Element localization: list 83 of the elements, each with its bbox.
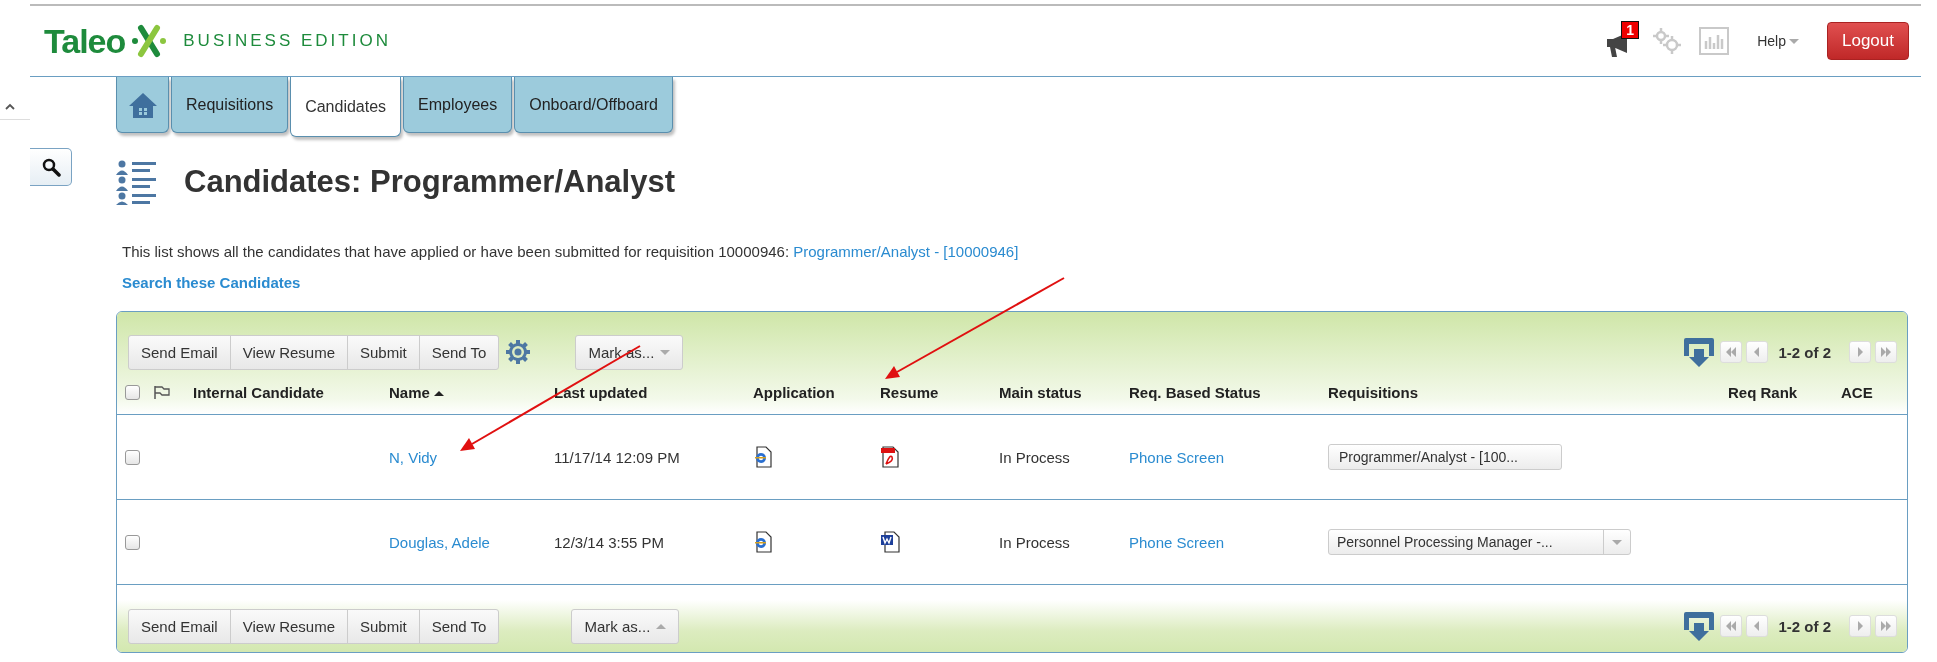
row-checkbox[interactable] (125, 534, 140, 550)
toolbar-button[interactable]: View Resume (229, 334, 348, 370)
candidate-name-link[interactable]: N, Vidy (389, 448, 554, 466)
toolbar-button[interactable]: View Resume (229, 608, 348, 644)
flag-icon[interactable] (153, 385, 171, 399)
chevron-up-icon[interactable] (4, 103, 16, 111)
table-cell-text: In Process (999, 448, 1071, 466)
word-document-icon[interactable] (880, 531, 900, 553)
mark-as-dropdown[interactable]: Mark as... (575, 334, 684, 370)
first-page-button[interactable] (1720, 341, 1743, 363)
first-page-icon (1725, 621, 1738, 631)
next-page-icon (1856, 621, 1864, 631)
home-tab[interactable] (116, 77, 169, 133)
nav-tab[interactable]: Employees (403, 77, 513, 133)
toolbar-button[interactable]: Send To (418, 334, 500, 370)
last-page-icon (1880, 621, 1892, 631)
search-button[interactable] (30, 148, 72, 186)
nav-tab[interactable]: Onboard/Offboard (514, 77, 673, 133)
next-page-icon (1856, 347, 1864, 357)
application-document-icon[interactable] (753, 531, 773, 553)
status-link[interactable]: Phone Screen (1129, 448, 1328, 466)
candidate-name-link[interactable]: Douglas, Adele (389, 533, 554, 551)
toolbar-button[interactable]: Send To (418, 608, 500, 644)
logout-button[interactable]: Logout (1827, 22, 1909, 60)
previous-page-icon (1753, 621, 1762, 631)
page-title: Candidates: Programmer/Analyst (184, 164, 675, 200)
previous-page-icon (1753, 347, 1762, 357)
requisition-dropdown[interactable]: Personnel Processing Manager -... (1328, 529, 1631, 555)
notification-badge: 1 (1621, 21, 1639, 39)
select-all-checkbox[interactable] (125, 384, 140, 400)
logo-wordmark: Taleo (44, 21, 126, 61)
previous-page-button[interactable] (1746, 341, 1769, 363)
column-header[interactable]: Req. Based Status (1129, 383, 1328, 401)
edition-label: BUSINESS EDITION (183, 31, 391, 51)
column-header[interactable]: Last updated (554, 383, 753, 401)
page-count: 1-2 of 2 (1778, 617, 1831, 635)
search-icon (40, 157, 61, 177)
column-header[interactable]: Internal Candidate (193, 383, 389, 401)
toolbar-button[interactable]: Send Email (128, 608, 231, 644)
next-page-button[interactable] (1849, 341, 1871, 363)
export-icon[interactable] (1682, 610, 1717, 642)
application-document-icon[interactable] (753, 446, 773, 468)
previous-page-button[interactable] (1746, 615, 1769, 637)
toolbar-button[interactable]: Submit (347, 608, 420, 644)
last-page-button[interactable] (1875, 615, 1897, 637)
status-link[interactable]: Phone Screen (1129, 533, 1328, 551)
table-cell-text: 11/17/14 12:09 PM (554, 448, 681, 466)
search-candidates-link[interactable]: Search these Candidates (122, 274, 301, 291)
logo-icon (131, 24, 168, 58)
requisition-link[interactable]: Programmer/Analyst - [10000946] (793, 243, 1019, 260)
column-header[interactable]: Requisitions (1328, 383, 1728, 401)
last-page-icon (1880, 347, 1892, 357)
settings-icon[interactable] (505, 339, 532, 365)
column-header[interactable]: Resume (880, 383, 999, 401)
nav-tab[interactable]: Candidates (290, 77, 402, 137)
toolbar-button[interactable]: Send Email (128, 334, 231, 370)
mark-as-dropdown[interactable]: Mark as... (571, 608, 680, 644)
column-header[interactable]: Application (753, 383, 880, 401)
caret-icon (656, 623, 667, 629)
caret-icon (1789, 38, 1799, 44)
nav-tab[interactable]: Requisitions (171, 77, 289, 133)
next-page-button[interactable] (1849, 615, 1871, 637)
export-icon[interactable] (1682, 336, 1717, 368)
row-checkbox[interactable] (125, 449, 140, 465)
toolbar-button[interactable]: Submit (347, 334, 420, 370)
column-header[interactable]: ACE (1841, 383, 1907, 401)
help-menu[interactable]: Help (1757, 33, 1799, 49)
first-page-button[interactable] (1720, 615, 1743, 637)
house-icon (127, 90, 158, 119)
description-text: This list shows all the candidates that have applied or have been submitted for requisition 10000946: (122, 243, 790, 260)
column-header[interactable]: Req Rank (1728, 383, 1841, 401)
last-page-button[interactable] (1875, 341, 1897, 363)
page-count: 1-2 of 2 (1778, 343, 1831, 361)
table-cell-text: 12/3/14 3:55 PM (554, 533, 666, 551)
column-header[interactable]: Main status (999, 383, 1129, 401)
table-cell-text: In Process (999, 533, 1071, 551)
pdf-document-icon[interactable] (880, 446, 900, 468)
requisition-button[interactable]: Programmer/Analyst - [100... (1328, 444, 1562, 470)
first-page-icon (1725, 347, 1738, 357)
column-header[interactable]: Name (389, 383, 554, 401)
chart-icon[interactable] (1699, 27, 1730, 55)
gears-icon[interactable] (1651, 27, 1684, 55)
caret-icon (660, 349, 671, 355)
